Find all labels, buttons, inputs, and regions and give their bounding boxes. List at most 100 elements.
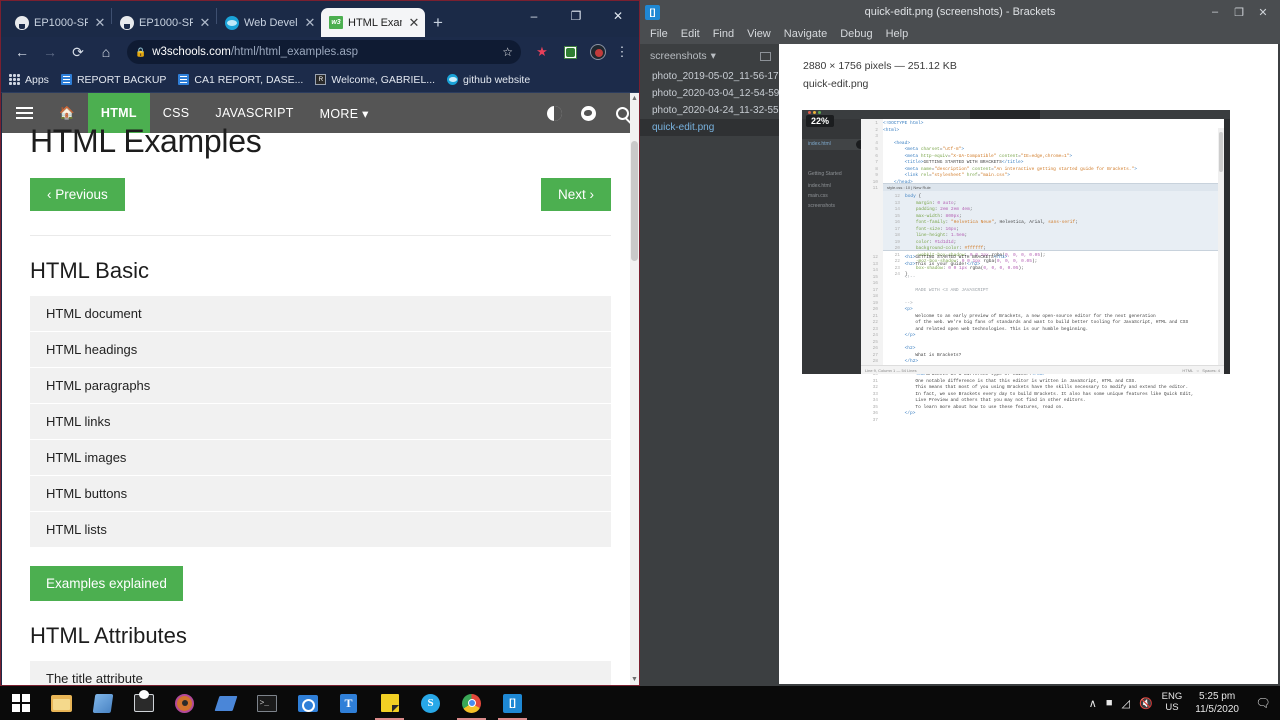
blue-app[interactable] <box>205 686 246 720</box>
file-explorer[interactable] <box>41 686 82 720</box>
list-item[interactable]: HTML buttons <box>30 476 611 512</box>
tab-label: HTML Examp <box>348 16 402 29</box>
chrome-menu-icon[interactable]: ⋮ <box>613 44 631 60</box>
bookmark-label: github website <box>463 73 531 86</box>
list-item[interactable]: The title attribute <box>30 661 611 685</box>
close-button[interactable]: ✕ <box>597 1 639 31</box>
minimize-button[interactable]: – <box>513 1 555 31</box>
scroll-up-icon[interactable]: ▲ <box>630 93 639 104</box>
list-item[interactable]: HTML images <box>30 440 611 476</box>
notes-app[interactable] <box>369 686 410 720</box>
shield-extension-icon[interactable]: ★ <box>529 39 555 65</box>
bookmark-report-backup[interactable]: REPORT BACKUP <box>60 74 166 86</box>
list-item[interactable]: HTML links <box>30 404 611 440</box>
file-name: photo_2020-03-04_12-54-59 <box>652 88 779 99</box>
bookmarks-bar: Apps REPORT BACKUP CA1 REPORT, DASE... R… <box>1 67 639 93</box>
scroll-down-icon[interactable]: ▼ <box>630 674 639 685</box>
bookmark-apps[interactable]: Apps <box>9 74 49 86</box>
bookmark-ca1-report[interactable]: CA1 REPORT, DASE... <box>178 74 303 86</box>
screen-cast-app[interactable] <box>123 686 164 720</box>
address-bar[interactable]: 🔒 w3schools.com/html/html_examples.asp ☆ <box>127 40 521 64</box>
notification-icon[interactable]: 🗨 <box>1252 696 1274 710</box>
desktop: EP1000-SP/p ✕ EP1000-SP/p ✕ Web Develop … <box>0 0 1280 720</box>
bookmark-github-website[interactable]: github website <box>447 74 530 86</box>
browser-tab-4-active[interactable]: w3 HTML Examp ✕ <box>321 8 425 37</box>
badge-dots <box>808 111 821 114</box>
maximize-button[interactable]: ❐ <box>1232 6 1246 19</box>
media-player[interactable] <box>164 686 205 720</box>
avatar[interactable] <box>585 39 611 65</box>
menu-help[interactable]: Help <box>886 28 909 40</box>
section-heading-html-attributes: HTML Attributes <box>30 623 187 648</box>
image-metadata: 2880 × 1756 pixels — 251.12 KB quick-edi… <box>779 44 1278 94</box>
close-icon[interactable]: ✕ <box>198 16 212 29</box>
page-scrollbar[interactable]: ▲ ▼ <box>630 93 639 685</box>
browser-tab-2[interactable]: EP1000-SP/p ✕ <box>112 8 216 37</box>
previous-button[interactable]: ‹ Previous <box>30 178 125 211</box>
text-app[interactable]: T <box>328 686 369 720</box>
file-item[interactable]: photo_2020-04-24_11-32-55.jpg <box>640 102 779 119</box>
example-list-html-basic: HTML document HTML headings HTML paragra… <box>30 296 611 548</box>
minimize-button[interactable]: – <box>1208 6 1222 18</box>
system-tray: ∧ ■ ◿ 🔇 ENG US 5:25 pm 11/5/2020 🗨 <box>1089 686 1280 720</box>
green-extension-icon[interactable] <box>557 39 583 65</box>
skype[interactable]: S <box>410 686 451 720</box>
wifi-icon[interactable]: ◿ <box>1121 697 1129 710</box>
nested-line-numbers: 1 2 3 4 5 6 7 8 9 10 11 <box>872 121 878 192</box>
tab-label: Web Develop <box>244 16 298 29</box>
tray-chevron-icon[interactable]: ∧ <box>1089 697 1097 710</box>
nested-cursor-pos: Line 9, Column 1 — 54 Lines <box>865 367 917 373</box>
browser-tab-1[interactable]: EP1000-SP/p ✕ <box>7 8 111 37</box>
file-item-selected[interactable]: quick-edit.png <box>640 119 779 136</box>
back-icon[interactable]: ← <box>9 39 35 65</box>
list-item[interactable]: HTML headings <box>30 332 611 368</box>
terminal[interactable]: >_ <box>246 686 287 720</box>
volume-muted-icon[interactable]: 🔇 <box>1139 697 1153 710</box>
next-button[interactable]: Next › <box>540 178 611 211</box>
file-name: photo_2019-05-02_11-56-17 <box>652 71 779 82</box>
nested-statusbar: Line 9, Column 1 — 54 Lines HTML ○ Spaces… <box>861 365 1224 374</box>
menu-view[interactable]: View <box>747 28 771 40</box>
chevron-down-icon[interactable]: ▾ <box>711 50 716 62</box>
examples-explained-button[interactable]: Examples explained <box>30 566 183 601</box>
magnifier-app[interactable] <box>287 686 328 720</box>
tab-label: EP1000-SP/p <box>34 16 88 29</box>
google-chrome[interactable] <box>451 686 492 720</box>
bookmark-welcome-gabriel[interactable]: R Welcome, GABRIEL... <box>315 74 435 86</box>
nested-scrollbar[interactable] <box>1218 128 1224 374</box>
scrollbar-thumb[interactable] <box>631 141 638 261</box>
microsoft-store[interactable] <box>82 686 123 720</box>
bookmark-label: Welcome, GABRIEL... <box>331 73 436 86</box>
home-icon[interactable]: ⌂ <box>93 39 119 65</box>
menu-navigate[interactable]: Navigate <box>784 28 827 40</box>
menu-edit[interactable]: Edit <box>681 28 700 40</box>
browser-tab-3[interactable]: Web Develop ✕ <box>217 8 321 37</box>
clock[interactable]: 5:25 pm 11/5/2020 <box>1191 690 1243 716</box>
close-icon[interactable]: ✕ <box>407 16 421 29</box>
split-view-icon[interactable] <box>760 51 771 61</box>
bookmark-star-icon[interactable]: ☆ <box>502 45 513 59</box>
close-button[interactable]: ✕ <box>1256 6 1270 19</box>
file-item[interactable]: photo_2019-05-02_11-56-17.jpg <box>640 68 779 85</box>
menu-file[interactable]: File <box>650 28 668 40</box>
close-icon[interactable]: ✕ <box>303 16 317 29</box>
chrome-browser-window: EP1000-SP/p ✕ EP1000-SP/p ✕ Web Develop … <box>0 0 640 686</box>
language-indicator[interactable]: ENG US <box>1162 691 1183 714</box>
list-item[interactable]: HTML lists <box>30 512 611 548</box>
battery-icon[interactable]: ■ <box>1106 697 1113 709</box>
start-button[interactable] <box>0 686 41 720</box>
list-item[interactable]: HTML document <box>30 296 611 332</box>
close-icon[interactable]: ✕ <box>93 16 107 29</box>
brackets[interactable]: [] <box>492 686 533 720</box>
lock-icon: 🔒 <box>135 46 147 57</box>
file-item[interactable]: photo_2020-03-04_12-54-59.jpg <box>640 85 779 102</box>
forward-icon[interactable]: → <box>37 39 63 65</box>
new-tab-button[interactable]: + <box>425 9 451 37</box>
project-name[interactable]: screenshots ▾ <box>640 50 779 68</box>
list-item[interactable]: HTML paragraphs <box>30 368 611 404</box>
nested-sidebar: index.html Getting Started index.html ma… <box>802 119 865 374</box>
maximize-button[interactable]: ❐ <box>555 1 597 31</box>
menu-find[interactable]: Find <box>713 28 734 40</box>
reload-icon[interactable]: ⟳ <box>65 39 91 65</box>
menu-debug[interactable]: Debug <box>840 28 872 40</box>
